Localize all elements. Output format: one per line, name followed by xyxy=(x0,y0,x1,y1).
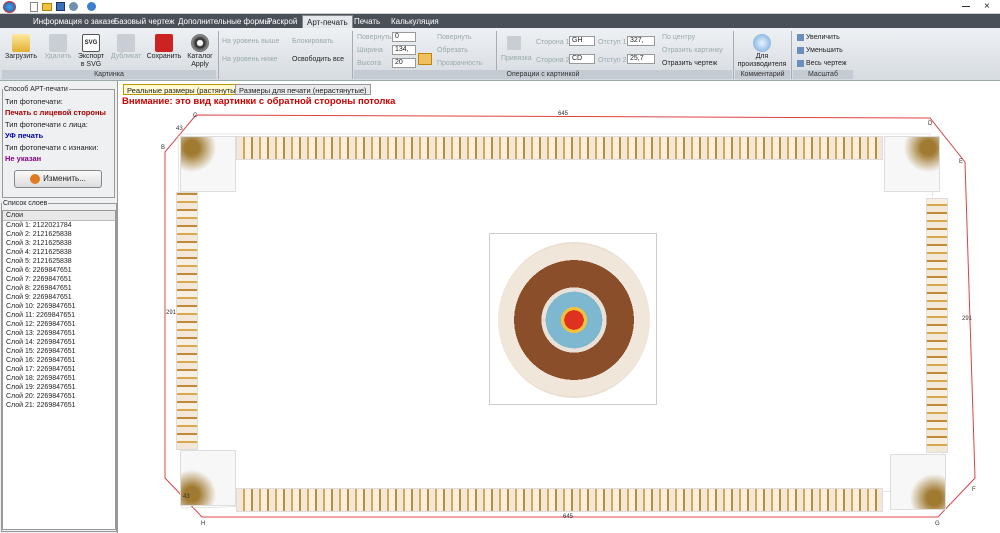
corner-ornament-tr[interactable] xyxy=(884,136,940,192)
point-c: C xyxy=(193,113,198,119)
dim-bottom: 645 xyxy=(563,514,574,520)
dim-corner-bl: 43 xyxy=(183,494,190,500)
dim-right: 291 xyxy=(962,316,973,322)
point-d: D xyxy=(928,121,933,127)
top-border-ornament[interactable] xyxy=(236,136,883,160)
point-f: F xyxy=(972,487,976,493)
corner-ornament-tl[interactable] xyxy=(180,136,236,192)
bottom-border-ornament[interactable] xyxy=(236,488,883,512)
point-g: G xyxy=(935,521,940,527)
point-e: E xyxy=(959,159,964,165)
dim-top: 645 xyxy=(558,111,569,117)
center-medallion[interactable] xyxy=(489,233,657,405)
dim-left: 291 xyxy=(166,310,177,316)
left-border-ornament[interactable] xyxy=(176,192,198,450)
right-border-ornament[interactable] xyxy=(926,198,948,453)
medallion-ornament xyxy=(498,242,650,398)
corner-ornament-br[interactable] xyxy=(890,454,946,510)
dim-corner-tl: 43 xyxy=(176,126,183,132)
point-b: B xyxy=(161,145,166,151)
point-h: H xyxy=(201,521,206,527)
